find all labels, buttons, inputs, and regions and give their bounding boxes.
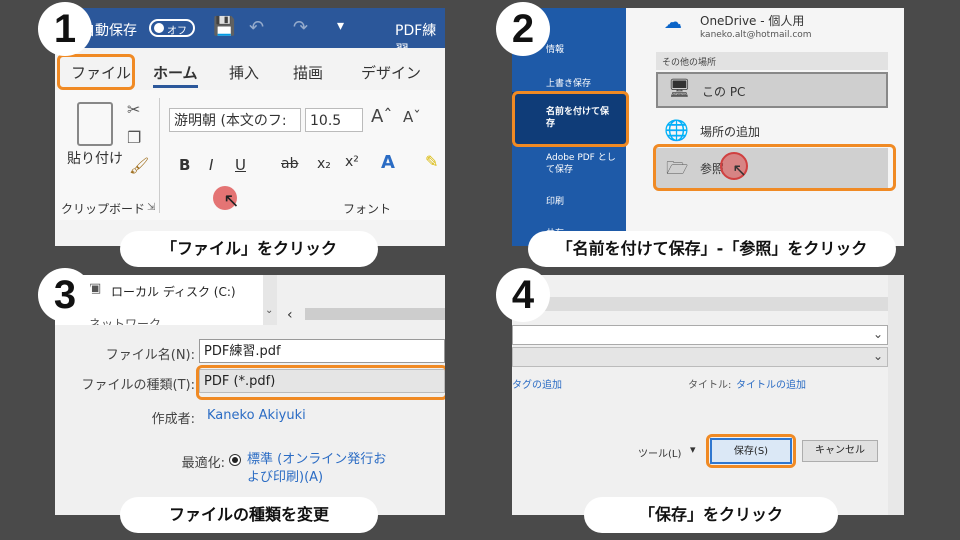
onedrive-email: kaneko.alt@hotmail.com [700, 30, 812, 40]
tab-design[interactable]: デザイン [361, 62, 421, 83]
title-link[interactable]: タイトルの追加 [736, 376, 806, 391]
text-effects-icon[interactable]: A [381, 152, 395, 173]
onedrive-icon: ☁ [664, 12, 682, 33]
filename-input[interactable]: ⌄ [512, 325, 888, 345]
add-place-label: 場所の追加 [700, 125, 761, 139]
sidebar-item-adobe-pdf[interactable]: Adobe PDF として保存 [546, 152, 622, 176]
browse-highlight [653, 144, 896, 191]
author-label: 作成者: [151, 412, 195, 427]
step1-caption: 「ファイル」をクリック [120, 231, 378, 267]
underline-icon[interactable]: U [235, 156, 246, 174]
filetype-label: ファイルの種類(T): [81, 378, 195, 393]
horizontal-scrollbar[interactable] [305, 308, 445, 320]
step3-caption: ファイルの種類を変更 [120, 497, 378, 533]
local-disk-item[interactable]: ローカル ディスク (C:) [111, 283, 236, 300]
title-label: タイトル: [688, 380, 732, 391]
grow-font-icon[interactable]: Aˆ [371, 106, 392, 127]
step2-caption: 「名前を付けて保存」-「参照」をクリック [528, 231, 896, 267]
filename-input[interactable]: PDF練習.pdf [199, 339, 445, 363]
autosave-toggle[interactable]: オフ [149, 19, 195, 37]
tree-scrollbar[interactable]: ⌄ [263, 275, 277, 325]
toggle-knob [154, 23, 164, 33]
dropdown-chevron-icon[interactable]: ⌄ [873, 327, 883, 341]
filename-label: ファイル名(N): [105, 348, 195, 363]
scroll-left-icon[interactable]: ‹ [287, 307, 293, 323]
horizontal-scrollbar[interactable] [512, 297, 888, 311]
this-pc-label: この PC [702, 85, 746, 99]
step3-number: 3 [38, 268, 92, 322]
tools-dropdown-icon[interactable]: ▾ [690, 443, 696, 456]
shrink-font-icon[interactable]: Aˇ [403, 108, 421, 126]
highlighter-icon[interactable]: ✎ [425, 152, 438, 171]
italic-icon[interactable]: I [209, 156, 213, 174]
add-place-row[interactable]: 🌐 場所の追加 [656, 114, 888, 148]
step3-panel: ▣ ローカル ディスク (C:) ネットワーク ⌄ ‹ ファイル名(N): PD… [55, 275, 445, 515]
onedrive-name[interactable]: OneDrive - 個人用 [700, 12, 804, 29]
save-icon[interactable]: 💾 [213, 16, 235, 37]
dialog-launcher-icon[interactable]: ⇲ [147, 202, 155, 213]
step2-panel: 情報 上書き保存 名前を付けて保存 Adobe PDF として保存 印刷 共有 … [512, 8, 904, 246]
tools-label[interactable]: ツール(L) [638, 445, 681, 460]
cut-icon[interactable]: ✂ [127, 100, 140, 119]
globe-icon: 🌐 [664, 118, 689, 142]
vertical-scrollbar[interactable] [888, 275, 904, 515]
bold-icon[interactable]: B [179, 156, 190, 174]
save-as-highlight [512, 91, 629, 147]
customize-icon[interactable]: ▾ [337, 18, 344, 34]
cancel-button[interactable]: キャンセル [802, 440, 878, 462]
other-places-label: その他の場所 [662, 58, 717, 68]
this-pc-row[interactable]: 🖥 この PC [656, 72, 888, 108]
copy-icon[interactable]: ❐ [127, 128, 141, 147]
step1-panel: 自動保存 オフ 💾 ↶ ↷ ▾ PDF練習 ファイル ホーム 挿入 描画 デザイ… [55, 8, 445, 246]
clipboard-group-label: クリップボード [61, 202, 146, 216]
sidebar-item-print[interactable]: 印刷 [546, 194, 564, 207]
toggle-text: オフ [167, 26, 187, 37]
strikethrough-icon[interactable]: ab [281, 156, 298, 172]
tab-draw[interactable]: 描画 [293, 62, 323, 83]
filetype-select[interactable]: ⌄ [512, 347, 888, 367]
font-group-label: フォント [343, 202, 392, 216]
file-tab-highlight [57, 54, 135, 90]
tab-home[interactable]: ホーム [153, 62, 198, 88]
superscript-icon[interactable]: x² [345, 154, 359, 170]
sidebar-item-save[interactable]: 上書き保存 [546, 76, 591, 89]
step2-number: 2 [496, 2, 550, 56]
sidebar-item-info[interactable]: 情報 [546, 42, 564, 55]
optimize-radio[interactable] [229, 454, 241, 466]
filetype-highlight [196, 365, 445, 400]
save-highlight [706, 434, 796, 468]
group-divider [159, 98, 160, 213]
optimize-value[interactable]: 標準 (オンライン発行および印刷)(A) [247, 451, 397, 487]
other-places-header: その他の場所 [656, 52, 888, 70]
paste-label[interactable]: 貼り付け [67, 148, 123, 168]
ribbon-home: 貼り付け ✂ ❐ 🖌 クリップボード ⇲ 游明朝 (本文のフ: 10.5 Aˆ … [55, 90, 445, 220]
font-name-box[interactable]: 游明朝 (本文のフ: [169, 108, 301, 132]
scroll-down-icon[interactable]: ⌄ [265, 305, 273, 316]
tab-insert[interactable]: 挿入 [229, 62, 259, 83]
word-title-bar: 自動保存 オフ 💾 ↶ ↷ ▾ PDF練習 [55, 8, 445, 59]
step1-number: 1 [38, 2, 92, 56]
radio-dot [232, 457, 238, 463]
computer-icon: 🖥 [668, 78, 691, 99]
subscript-icon[interactable]: x₂ [317, 156, 331, 172]
author-value[interactable]: Kaneko Akiyuki [207, 408, 306, 423]
mouse-cursor-icon: ↖ [223, 188, 240, 212]
step4-panel: › ⌄ ⌄ タグの追加 タイトル: タイトルの追加 ツール(L) ▾ 保存(S)… [512, 275, 904, 515]
dropdown-chevron-icon[interactable]: ⌄ [873, 349, 883, 363]
step4-number: 4 [496, 268, 550, 322]
optimize-label: 最適化: [181, 456, 225, 471]
font-size-box[interactable]: 10.5 [305, 108, 363, 132]
step4-caption: 「保存」をクリック [584, 497, 838, 533]
redo-icon[interactable]: ↷ [293, 17, 308, 38]
undo-icon[interactable]: ↶ [249, 17, 264, 38]
paste-icon[interactable] [77, 102, 113, 146]
tags-link[interactable]: タグの追加 [512, 376, 562, 391]
format-painter-icon[interactable]: 🖌 [129, 156, 149, 175]
